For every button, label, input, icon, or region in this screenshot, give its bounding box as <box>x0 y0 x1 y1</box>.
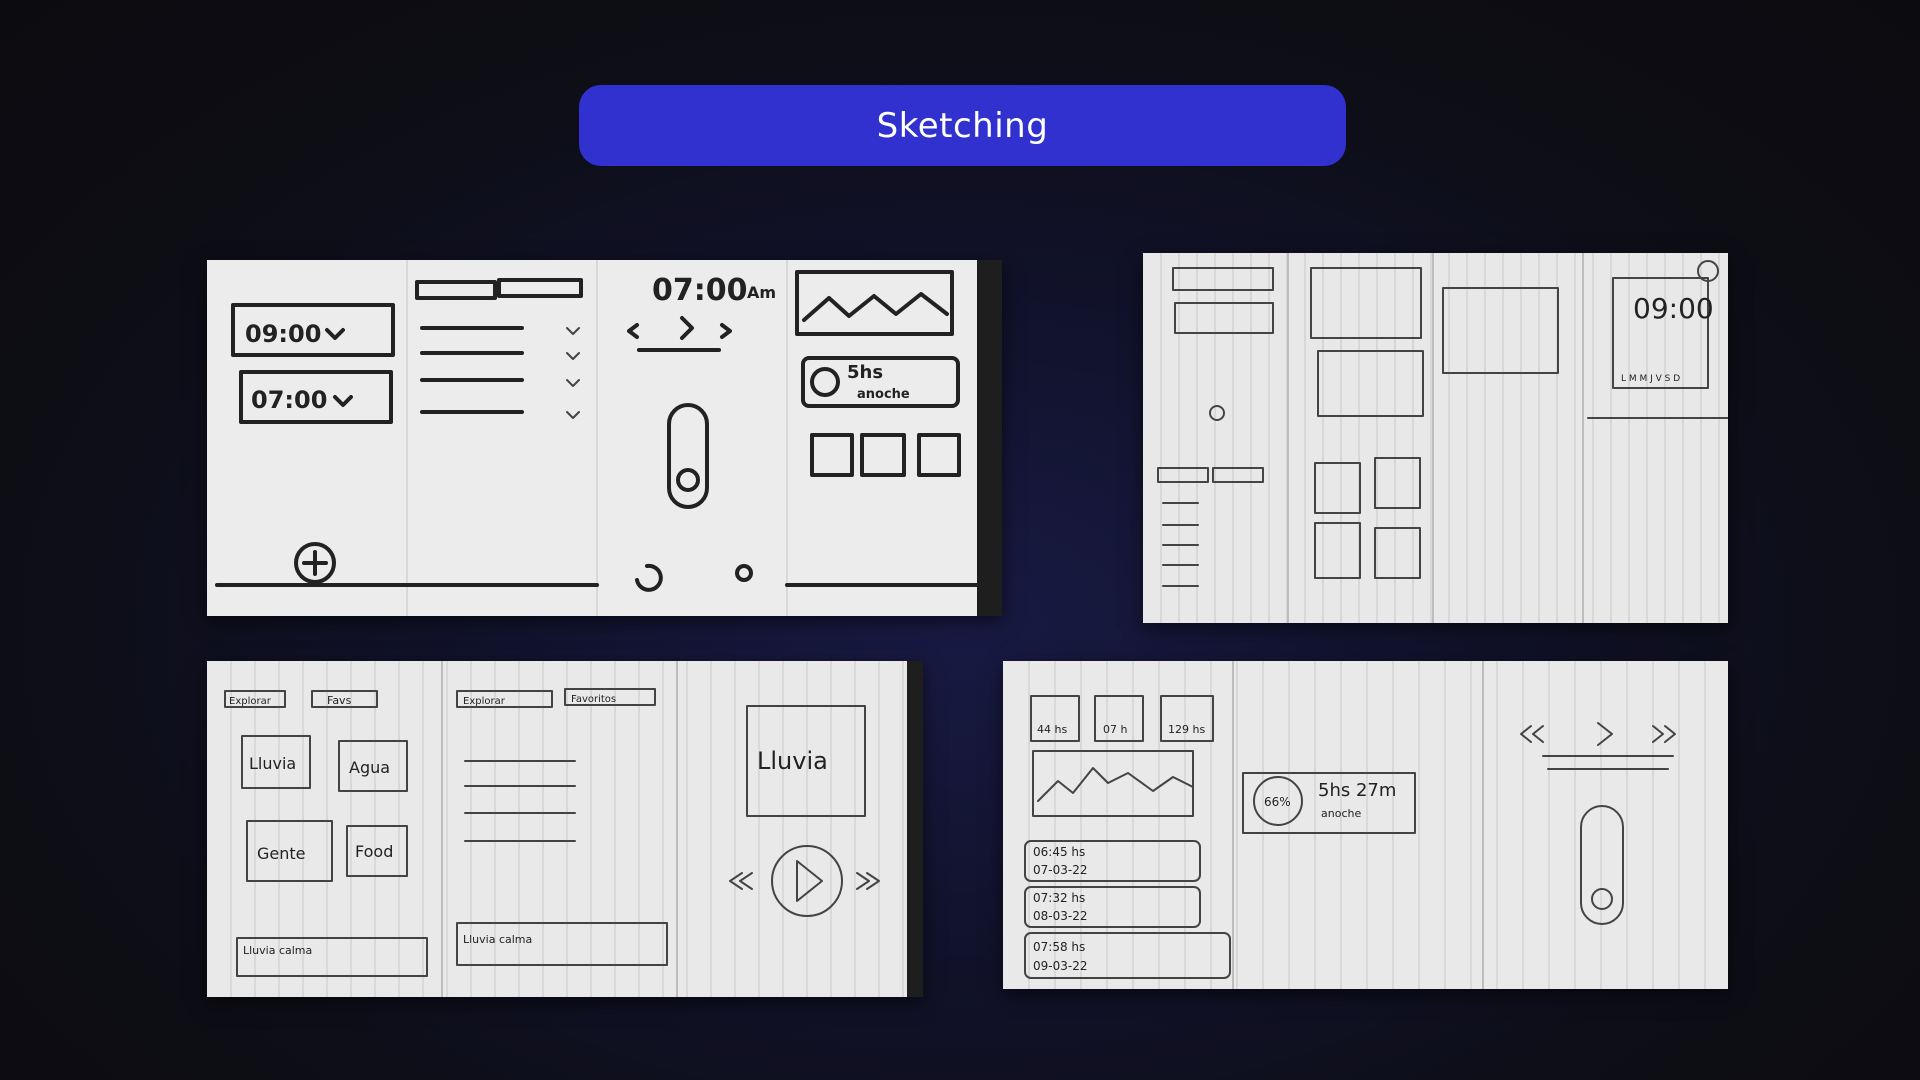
section-title-pill: Sketching <box>579 85 1346 166</box>
tab-favs: Favs <box>327 694 352 707</box>
card-gente: Gente <box>257 844 306 863</box>
section-title: Sketching <box>876 105 1049 146</box>
sleep-duration-sub: anoche <box>1321 807 1361 820</box>
sketch2-weekdays: L M M J V S D <box>1621 374 1680 384</box>
sketch-photo-alarm-screens: 09:00 07:00 07:00 Am 5hs anoche <box>207 260 1002 616</box>
player-clock-suffix: Am <box>747 283 776 302</box>
sketch-photo-stats-screens: 44 hs 07 h 129 hs 66% 5hs 27m anoche 06:… <box>1003 661 1728 989</box>
sleep-duration: 5hs 27m <box>1318 780 1396 801</box>
tab-favoritos: Favoritos <box>571 694 616 705</box>
now-playing-title: Lluvia <box>757 747 828 775</box>
history-1-date: 07-03-22 <box>1033 863 1087 877</box>
player-clock: 07:00 <box>652 273 748 308</box>
alarm-1-time: 09:00 <box>245 320 321 348</box>
tab-explorar-2: Explorar <box>463 696 506 707</box>
sleep-hours: 5hs <box>847 362 883 383</box>
history-2-time: 07:32 hs <box>1033 891 1085 905</box>
history-3-time: 07:58 hs <box>1033 940 1085 954</box>
sketch2-clock: 09:00 <box>1633 292 1714 325</box>
alarm-2-time: 07:00 <box>251 386 327 414</box>
history-1-time: 06:45 hs <box>1033 845 1085 859</box>
card-agua: Agua <box>349 758 390 777</box>
history-2-date: 08-03-22 <box>1033 909 1087 923</box>
sleep-percent: 66% <box>1264 795 1291 809</box>
sketch-photo-lined-screens: 09:00 L M M J V S D <box>1143 253 1728 623</box>
stat-3: 129 hs <box>1168 723 1205 736</box>
player-label-1: Lluvia calma <box>243 944 312 957</box>
stat-1: 44 hs <box>1037 723 1067 736</box>
stat-2: 07 h <box>1103 723 1127 736</box>
history-3-date: 09-03-22 <box>1033 959 1087 973</box>
sleep-sub: anoche <box>857 387 910 402</box>
sketch-photo-explore-screens: Explorar Favs Lluvia Agua Gente Food Llu… <box>207 661 923 997</box>
tab-explorar-1: Explorar <box>229 696 272 707</box>
card-food: Food <box>355 842 393 861</box>
card-lluvia: Lluvia <box>249 754 296 773</box>
player-label-2: Lluvia calma <box>463 933 532 946</box>
